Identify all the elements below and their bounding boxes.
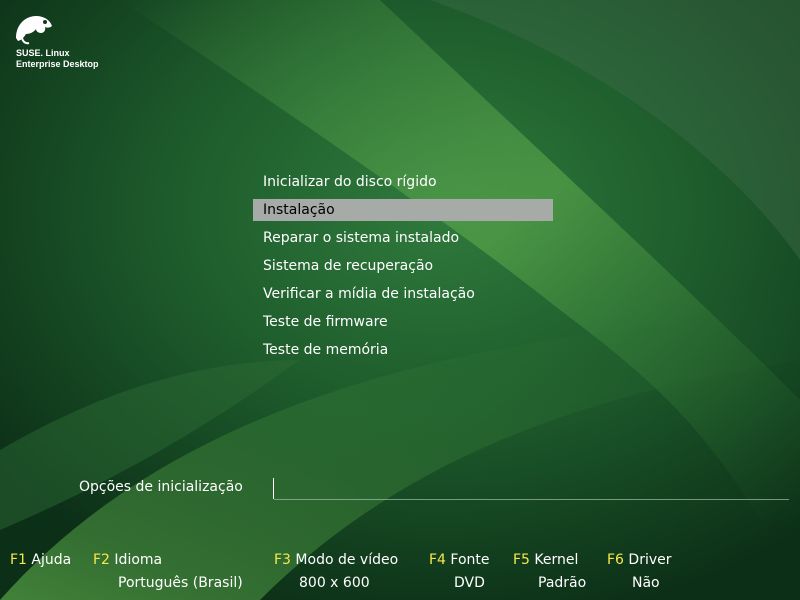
fkey-f2-key: F2 bbox=[93, 552, 110, 568]
fkey-f3-label: Modo de vídeo bbox=[295, 552, 399, 568]
fkey-f4-key: F4 bbox=[429, 552, 446, 568]
brand-line-1: SUSE. Linux bbox=[16, 48, 70, 58]
fkey-f6-label: Driver bbox=[628, 552, 672, 568]
menu-item-boot-hard-disk[interactable]: Inicializar do disco rígido bbox=[253, 168, 553, 196]
fkey-f6-key: F6 bbox=[607, 552, 624, 568]
menu-item-check-media[interactable]: Verificar a mídia de instalação bbox=[253, 280, 553, 308]
fkey-f6-value: Não bbox=[632, 575, 660, 591]
fkey-f2-label: Idioma bbox=[114, 552, 163, 568]
boot-options-underline bbox=[274, 499, 789, 500]
chameleon-icon bbox=[16, 16, 52, 45]
fkey-f1-label: Ajuda bbox=[31, 552, 72, 568]
fkey-f1[interactable]: F1 Ajuda bbox=[10, 552, 71, 568]
fkey-f1-key: F1 bbox=[10, 552, 27, 568]
menu-item-repair-system[interactable]: Reparar o sistema instalado bbox=[253, 224, 553, 252]
fkey-f4-label: Fonte bbox=[450, 552, 490, 568]
fkey-f3[interactable]: F3 Modo de vídeo bbox=[274, 552, 398, 568]
fkey-f2-value: Português (Brasil) bbox=[118, 575, 243, 591]
suse-logo: SUSE. Linux Enterprise Desktop bbox=[14, 10, 134, 70]
fkey-f5[interactable]: F5 Kernel bbox=[513, 552, 578, 568]
boot-options-input[interactable] bbox=[273, 478, 274, 499]
boot-options-label: Opções de inicialização bbox=[79, 479, 243, 495]
fkey-f6[interactable]: F6 Driver bbox=[607, 552, 672, 568]
fkey-f3-key: F3 bbox=[274, 552, 291, 568]
fkey-f2[interactable]: F2 Idioma bbox=[93, 552, 162, 568]
fkey-f4-value: DVD bbox=[454, 575, 485, 591]
fkey-f4[interactable]: F4 Fonte bbox=[429, 552, 490, 568]
menu-item-installation[interactable]: Instalação bbox=[253, 199, 553, 221]
fkey-f3-value: 800 x 600 bbox=[299, 575, 370, 591]
fkey-f5-label: Kernel bbox=[534, 552, 579, 568]
fkey-f5-value: Padrão bbox=[538, 575, 587, 591]
menu-item-rescue-system[interactable]: Sistema de recuperação bbox=[253, 252, 553, 280]
fkey-f5-key: F5 bbox=[513, 552, 530, 568]
brand-line-2: Enterprise Desktop bbox=[16, 59, 99, 69]
menu-item-memory-test[interactable]: Teste de memória bbox=[253, 336, 553, 364]
menu-item-firmware-test[interactable]: Teste de firmware bbox=[253, 308, 553, 336]
boot-menu: Inicializar do disco rígido Instalação R… bbox=[253, 168, 553, 364]
